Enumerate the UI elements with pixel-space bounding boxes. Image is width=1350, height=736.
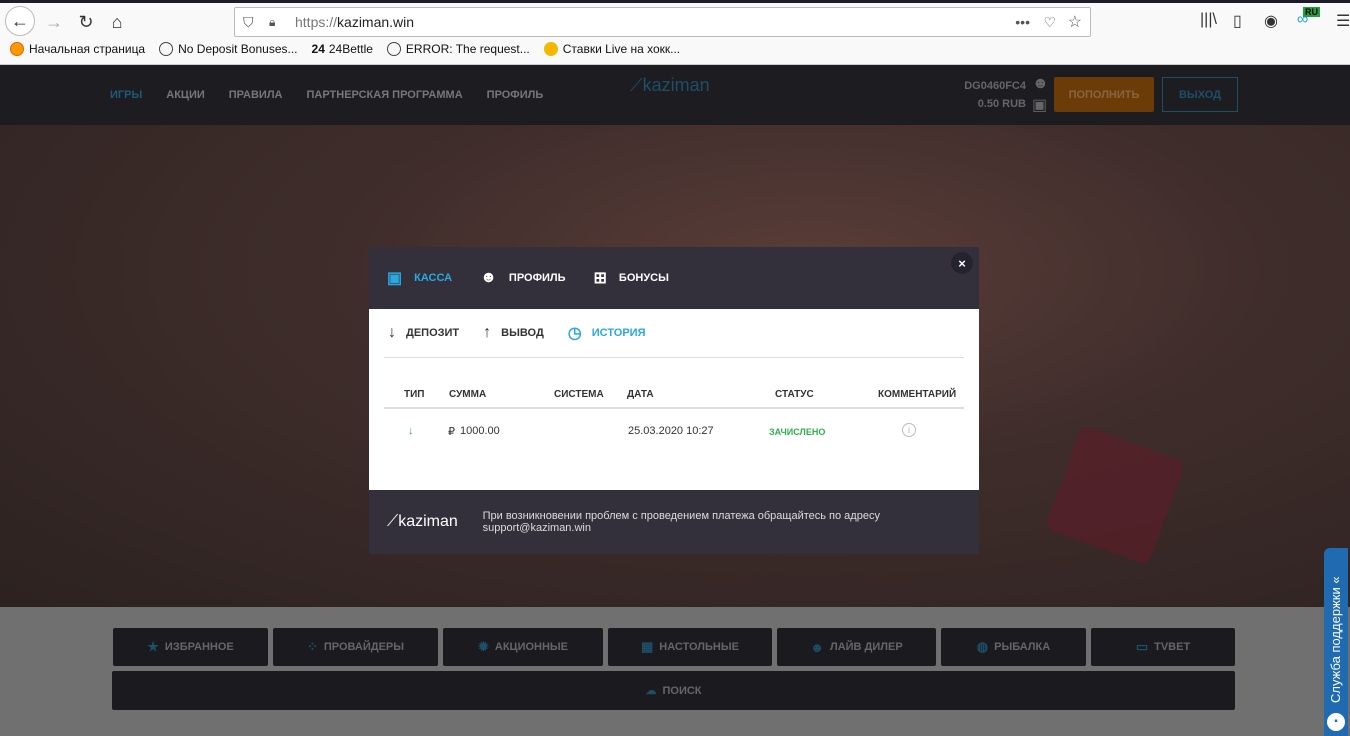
col-amount: СУММА <box>449 389 487 400</box>
table-row: ↓ ₽ 1000.00 25.03.2020 10:27 ЗАЧИСЛЕНО i <box>384 409 964 449</box>
logout-button[interactable]: ВЫХОД <box>1162 77 1238 112</box>
dice-image <box>1044 424 1186 566</box>
search-button[interactable]: ☁ ПОИСК <box>112 671 1235 710</box>
subtab-deposit[interactable]: ↓ ДЕПОЗИТ <box>388 324 459 342</box>
arrow-down-icon: ↓ <box>388 324 396 341</box>
library-icon[interactable]: |||\ <box>1200 11 1217 29</box>
bookmarks-bar: Начальная страница No Deposit Bonuses...… <box>10 42 680 56</box>
footer-text: При возникновении проблем с проведением … <box>482 510 880 534</box>
deposit-button[interactable]: ПОПОЛНИТЬ <box>1054 77 1154 112</box>
site-logo[interactable]: ⟋kaziman <box>630 75 710 96</box>
menu-promotions[interactable]: АКЦИИ <box>166 89 205 101</box>
category-fishing[interactable]: ◍ РЫБАЛКА <box>941 628 1086 666</box>
tab-bonuses[interactable]: ⊞ БОНУСЫ <box>594 268 669 288</box>
lock-icon[interactable]: 🔒︎ <box>269 15 275 30</box>
support-widget[interactable]: Служба поддержки « ▪ <box>1324 548 1348 736</box>
tab-profile[interactable]: ☻ ПРОФИЛЬ <box>480 269 565 287</box>
category-table[interactable]: ▦ НАСТОЛЬНЫЕ <box>608 628 772 666</box>
menu-games[interactable]: ИГРЫ <box>110 89 142 101</box>
history-table: ТИП СУММА СИСТЕМА ДАТА СТАТУС КОММЕНТАРИ… <box>384 382 964 449</box>
arrow-up-icon: ↑ <box>483 324 492 341</box>
bookmark-item[interactable]: 24 24Bettle <box>312 42 373 56</box>
modal-tabs: ▣ КАССА ☻ ПРОФИЛЬ ⊞ БОНУСЫ <box>369 247 979 309</box>
category-favorites[interactable]: ★ ИЗБРАННОЕ <box>113 628 268 666</box>
user-id: DG0460FC4 <box>964 80 1026 92</box>
col-system: СИСТЕМА <box>554 389 604 400</box>
subtab-withdraw[interactable]: ↑ ВЫВОД <box>483 324 544 342</box>
date: 25.03.2020 10:27 <box>628 425 714 437</box>
bookmark-item[interactable]: ERROR: The request... <box>386 42 530 56</box>
tab-cashier[interactable]: ▣ КАССА <box>387 268 452 288</box>
bookmark-item[interactable]: No Deposit Bonuses... <box>159 42 298 56</box>
table-header: ТИП СУММА СИСТЕМА ДАТА СТАТУС КОММЕНТАРИ… <box>384 382 964 409</box>
home-button[interactable]: ⌂ <box>103 8 131 36</box>
wallet-icon[interactable]: ▣ <box>1032 95 1047 115</box>
balance: 0.50 RUB <box>977 98 1026 110</box>
extension-badge: RU <box>1303 7 1320 17</box>
pocket-icon[interactable]: ♡ <box>1043 14 1056 31</box>
reload-button[interactable]: ↻ <box>72 8 100 36</box>
providers-icon: ⁘ <box>306 639 318 654</box>
grid-icon: ▦ <box>641 639 654 654</box>
bookmark-item[interactable]: Ставки Live на хокк... <box>543 42 680 56</box>
col-type: ТИП <box>404 389 425 400</box>
info-icon[interactable]: i <box>902 423 916 437</box>
face-icon: ☻ <box>480 269 497 286</box>
wallet-icon: ▣ <box>387 270 403 287</box>
main-menu: ИГРЫ АКЦИИ ПРАВИЛА ПАРТНЕРСКАЯ ПРОГРАММА… <box>110 89 543 101</box>
search-icon: ☁ <box>645 685 657 697</box>
address-bar[interactable]: ⛉ 🔒︎ https://kaziman.win ••• ♡ ☆ <box>234 7 1091 37</box>
currency-sign: ₽ <box>448 426 455 438</box>
chat-icon[interactable]: ▪ <box>1327 713 1345 731</box>
category-tvbet[interactable]: ▭ TVBET <box>1091 628 1235 666</box>
history-icon: ◷ <box>567 325 582 342</box>
modal-footer: ⟋kaziman При возникновении проблем с про… <box>369 490 979 554</box>
star-icon: ★ <box>147 639 159 654</box>
back-button[interactable]: ← <box>5 6 35 36</box>
tab-strip <box>0 0 1350 3</box>
url-prefix: https:// <box>295 14 338 30</box>
avatar-icon[interactable]: ☻ <box>1032 75 1049 93</box>
fish-icon: ◍ <box>976 639 989 654</box>
dealer-icon: ☻ <box>810 639 824 655</box>
amount: 1000.00 <box>460 425 500 437</box>
shield-icon[interactable]: ⛉ <box>243 14 254 31</box>
bookmark-star-icon[interactable]: ☆ <box>1068 12 1082 32</box>
menu-profile[interactable]: ПРОФИЛЬ <box>487 89 544 101</box>
percent-badge-icon: ✹ <box>477 639 489 654</box>
forward-button[interactable]: → <box>40 8 68 36</box>
col-status: СТАТУС <box>775 389 814 400</box>
category-providers[interactable]: ⁘ ПРОВАЙДЕРЫ <box>273 628 438 666</box>
col-date: ДАТА <box>627 389 654 400</box>
category-bar: ★ ИЗБРАННОЕ ⁘ ПРОВАЙДЕРЫ ✹ АКЦИОННЫЕ ▦ НАСТО… <box>113 628 1235 666</box>
menu-rules[interactable]: ПРАВИЛА <box>229 89 283 101</box>
subtab-history[interactable]: ◷ ИСТОРИЯ <box>568 323 646 343</box>
col-comment: КОММЕНТАРИЙ <box>878 389 957 400</box>
support-label: Служба поддержки « <box>1328 576 1343 703</box>
category-live-dealer[interactable]: ☻ ЛАЙВ ДИЛЕР <box>777 628 936 666</box>
monitor-icon: ▭ <box>1135 639 1149 654</box>
menu-partners[interactable]: ПАРТНЕРСКАЯ ПРОГРАММА <box>307 89 463 101</box>
cashier-subtabs: ↓ ДЕПОЗИТ ↑ ВЫВОД ◷ ИСТОРИЯ <box>384 309 964 358</box>
sidebar-icon[interactable]: ▯ <box>1233 11 1242 31</box>
account-icon[interactable]: ◉ <box>1264 11 1278 31</box>
bookmark-item[interactable]: Начальная страница <box>10 42 145 56</box>
status: ЗАЧИСЛЕНО <box>769 427 826 437</box>
browser-toolbar: ← → ↻ ⌂ ⛉ 🔒︎ https://kaziman.win ••• ♡ ☆… <box>0 0 1350 65</box>
category-promo[interactable]: ✹ АКЦИОННЫЕ <box>443 628 603 666</box>
footer-logo: ⟋kaziman <box>387 513 458 530</box>
site-header: ИГРЫ АКЦИИ ПРАВИЛА ПАРТНЕРСКАЯ ПРОГРАММА… <box>0 65 1350 125</box>
user-info: DG0460FC4 0.50 RUB <box>960 77 1026 113</box>
more-icon[interactable]: ••• <box>1015 14 1030 30</box>
close-button[interactable]: × <box>951 252 973 274</box>
gift-icon: ⊞ <box>593 270 607 287</box>
deposit-type-icon: ↓ <box>408 425 414 437</box>
url-host: kaziman.win <box>337 14 415 30</box>
cashier-modal: ▣ КАССА ☻ ПРОФИЛЬ ⊞ БОНУСЫ × ↓ ДЕПОЗИТ ↑ ВЫВО… <box>369 247 979 554</box>
menu-icon[interactable]: ☰ <box>1336 11 1350 31</box>
